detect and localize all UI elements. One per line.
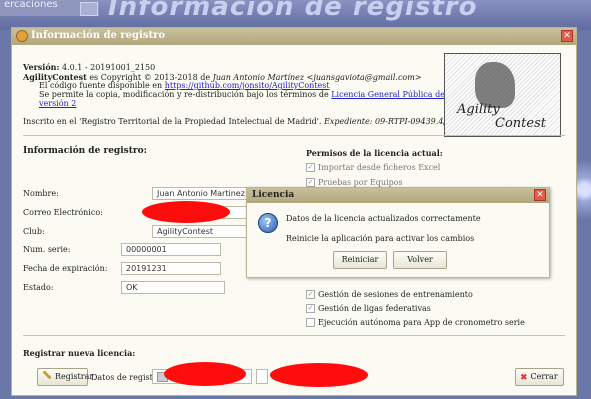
new-license-heading: Registrar nueva licencia: [23,348,136,358]
logo-word-1: Agility [457,102,500,117]
license-line-2: versión 2 [39,99,76,108]
permission-label: Pruebas por Equipos [318,178,403,187]
close-icon[interactable]: ✕ [561,30,573,42]
source-link[interactable]: https://github.com/jonsito/AgilityContes… [165,81,330,90]
expiration-field: 20191231 [121,262,221,275]
version-value: 4.0.1 - 20191001_2150 [61,63,156,72]
back-button[interactable]: Volver [393,251,447,269]
key-icon [42,370,52,380]
agilitycontest-logo: Agility Contest [444,53,561,137]
permission-checkbox [306,318,315,327]
permission-label: Importar desde ficheros Excel [318,163,441,172]
source-line: El código fuente disponible en https://g… [39,81,330,90]
register-button[interactable]: Registrar [37,368,93,386]
redaction-mark [270,363,368,387]
field-label: Estado: [23,283,54,292]
serial-field: 00000001 [121,243,221,256]
version-line: Versión: 4.0.1 - 20191001_2150 [23,62,155,72]
divider [23,335,565,336]
registration-heading: Información de registro: [23,146,147,156]
window-title: Información de registro [31,30,166,41]
redaction-mark [142,201,230,223]
permission-label: Ejecución autónoma para App de cronometr… [318,318,525,327]
background-title: Información de registro [108,0,478,22]
background-tab-button [80,2,98,16]
license-dialog: Licencia ✕ ? Datos de la licencia actual… [246,187,550,278]
dialog-message: Datos de la licencia actualizados correc… [286,214,481,223]
license-version-link[interactable]: versión 2 [39,99,76,108]
close-x-icon: ✖ [520,373,528,383]
field-label: Correo Electrónico: [23,208,103,217]
field-label: Fecha de expiración: [23,264,108,273]
version-label: Versión: [23,62,60,72]
permission-checkbox: ✓ [306,290,315,299]
divider [23,135,565,136]
permission-checkbox: ✓ [306,163,315,172]
field-label: Num. serie: [23,245,71,254]
window-titlebar[interactable]: Información de registro ✕ [12,28,576,45]
dialog-message: Reinicie la aplicación para activar los … [286,234,475,243]
source-text: El código fuente disponible en [39,81,163,90]
status-field: OK [121,281,225,294]
redaction-mark [164,362,246,386]
logo-word-2: Contest [495,116,546,131]
restart-button[interactable]: Reiniciar [333,251,387,269]
club-field: AgilityContest [152,225,252,238]
permission-label: Gestión de ligas federativas [318,304,431,313]
field-label: Club: [23,227,45,236]
registry-line: Inscrito en el 'Registro Territorial de … [23,117,466,126]
permission-checkbox: ✓ [306,178,315,187]
dialog-close-icon[interactable]: ✕ [534,189,546,201]
info-icon [16,30,28,42]
background-decoration [575,50,591,399]
field-label: Nombre: [23,189,59,198]
lock-icon[interactable] [256,369,268,384]
license-text: Se permite la copia, modificación y re-d… [39,90,329,99]
dialog-title: Licencia [252,190,295,200]
name-field: Juan Antonio Martinez [152,187,252,200]
registry-text: Inscrito en el 'Registro Territorial de … [23,117,322,126]
permission-label: Gestión de sesiones de entrenamiento [318,290,473,299]
close-button[interactable]: ✖ Cerrar [515,368,564,386]
permissions-heading: Permisos de la licencia actual: [306,148,443,158]
dialog-titlebar[interactable]: Licencia ✕ [247,188,549,203]
question-icon: ? [258,213,278,233]
permission-checkbox: ✓ [306,304,315,313]
license-line: Se permite la copia, modificación y re-d… [39,90,468,99]
